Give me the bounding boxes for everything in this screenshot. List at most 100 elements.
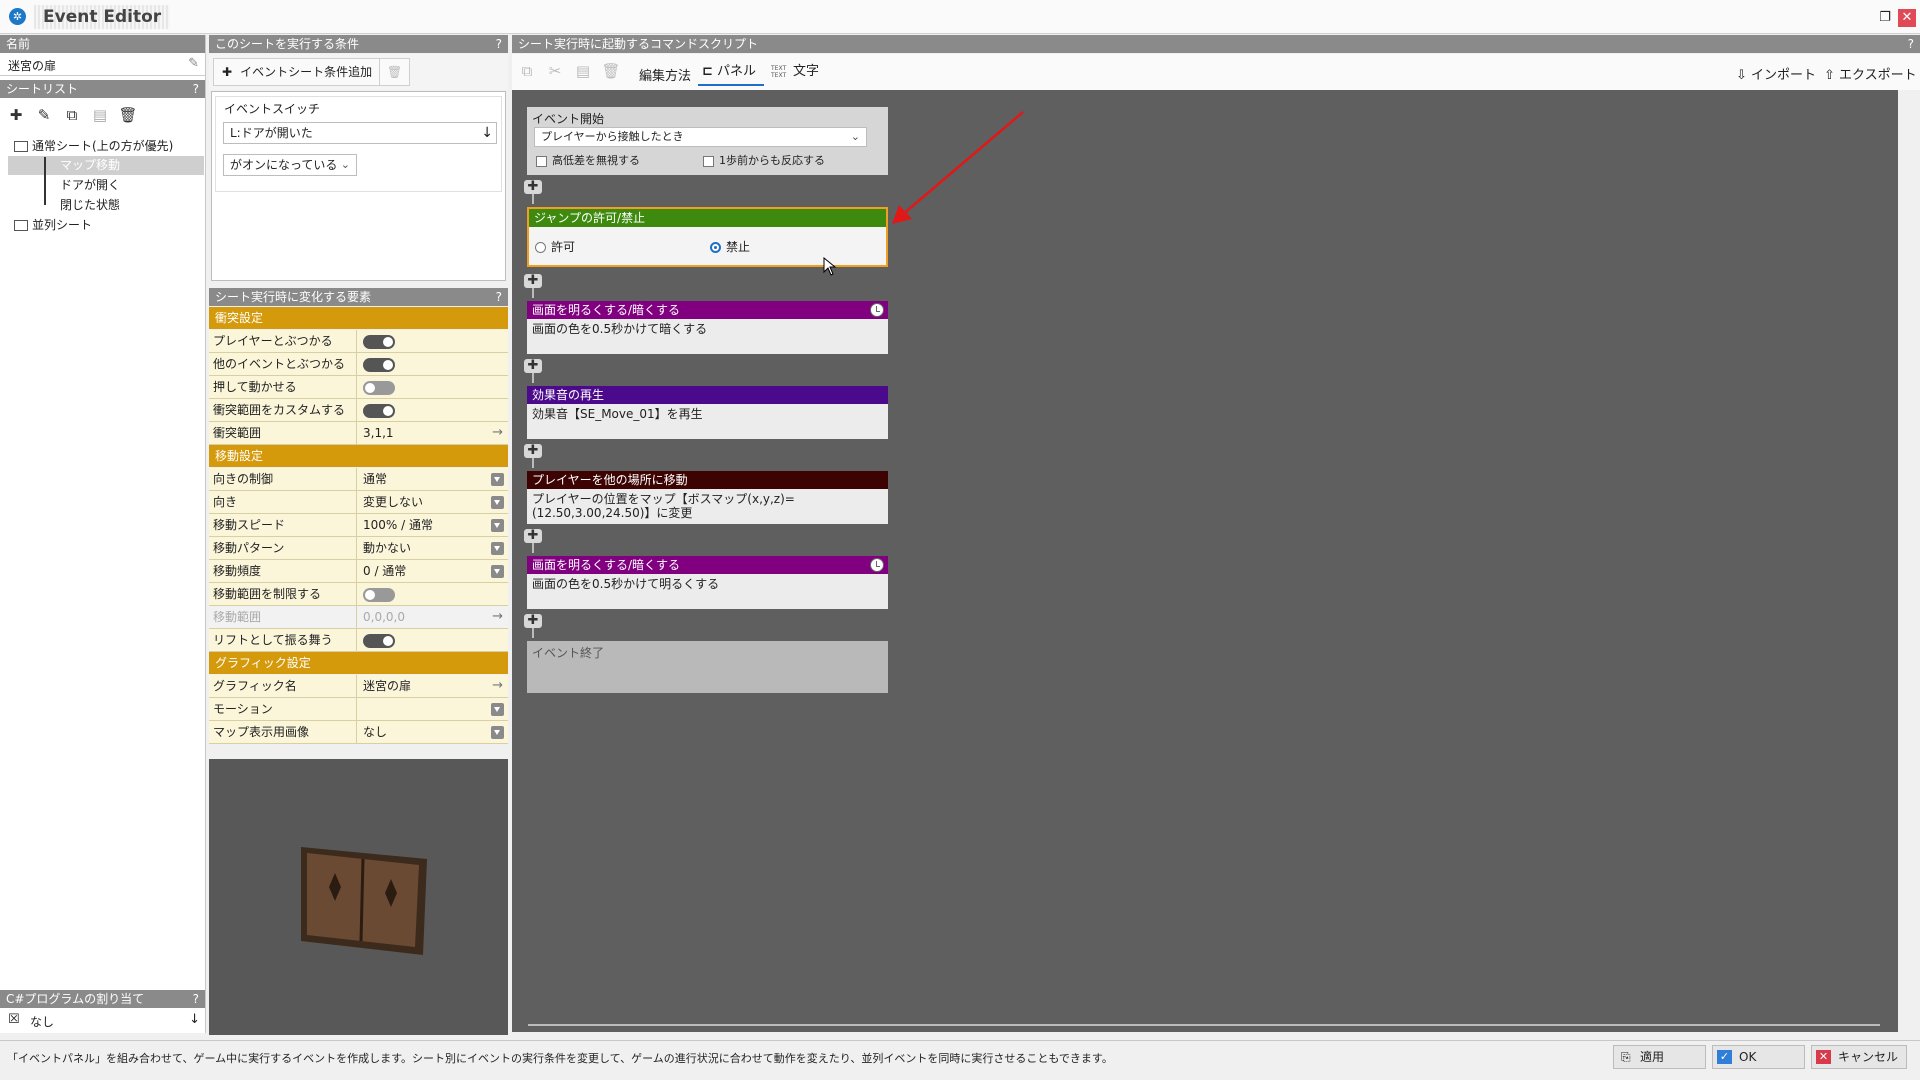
text-mode-icon: TEXT TEXT	[771, 65, 787, 79]
panel-body: 画面の色を0.5秒かけて暗くする	[532, 322, 708, 336]
delete-condition-button[interactable]: 🗑	[379, 58, 411, 86]
prop-row[interactable]: 向きの制御 通常	[209, 468, 508, 491]
apply-icon: ⎘	[1621, 1050, 1631, 1064]
switch-select[interactable]: L:ドアが開いた ↓	[223, 122, 497, 144]
chevron-down-icon: ⌄	[850, 130, 860, 143]
horizontal-scrollbar[interactable]	[528, 1024, 1880, 1026]
cut-icon[interactable]: ✂	[544, 60, 566, 82]
delete-icon[interactable]: 🗑	[117, 104, 139, 126]
restore-icon[interactable]: ❐	[1876, 9, 1894, 27]
mode-panel-tab[interactable]: ⊏ パネル	[698, 58, 764, 86]
sound-effect-panel[interactable]: 効果音の再生 効果音【SE_Move_01】を再生	[527, 386, 888, 439]
name-header: 名前	[0, 35, 205, 53]
prop-row: プレイヤーとぶつかる	[209, 330, 508, 353]
add-command-connector[interactable]: ✚	[524, 614, 542, 638]
dropdown-icon	[491, 473, 504, 486]
panel-title: 効果音の再生	[527, 386, 888, 404]
ignore-height-checkbox[interactable]: 高低差を無視する	[536, 152, 640, 168]
add-icon[interactable]: ✚	[5, 104, 27, 126]
down-arrow-icon[interactable]: ↓	[189, 1012, 200, 1027]
dropdown-icon	[491, 519, 504, 532]
delete-icon[interactable]: 🗑	[600, 60, 622, 82]
add-command-connector[interactable]: ✚	[524, 529, 542, 553]
prop-row: 衝突範囲をカスタムする	[209, 399, 508, 422]
tree-item-map-move[interactable]: マップ移動	[8, 156, 204, 175]
add-command-connector[interactable]: ✚	[524, 359, 542, 383]
prop-row[interactable]: 衝突範囲 3,1,1 →	[209, 422, 508, 445]
help-icon[interactable]: ?	[496, 288, 502, 306]
help-icon[interactable]: ?	[496, 35, 502, 53]
tree-item-door-opens[interactable]: ドアが開く	[60, 176, 120, 195]
event-start-title: イベント開始	[532, 112, 605, 126]
cancel-button[interactable]: ✕ キャンセル	[1811, 1045, 1907, 1069]
paste-icon[interactable]: ▤	[89, 104, 111, 126]
section-graphic: グラフィック設定	[209, 652, 508, 674]
status-message: 「イベントパネル」を組み合わせて、ゲーム中に実行するイベントを作成します。シート…	[7, 1052, 1113, 1065]
name-field[interactable]: 迷宮の扉 ✎	[0, 54, 205, 76]
apply-button[interactable]: ⎘ 適用	[1613, 1045, 1706, 1069]
toggle-switch[interactable]	[363, 358, 395, 372]
vertical-scrollbar[interactable]	[1898, 90, 1920, 1032]
trigger-select[interactable]: プレイヤーから接触したとき ⌄	[534, 127, 867, 147]
title-bar: ✲ Event Editor ❐ ✕	[0, 0, 1920, 34]
clear-icon[interactable]: ☒	[8, 1012, 20, 1027]
check-icon: ✓	[1717, 1050, 1732, 1064]
conditions-pane: このシートを実行する条件? ✚ イベントシート条件追加 🗑 イベントスイッチ L:…	[209, 35, 508, 283]
screen-fade-panel[interactable]: 画面を明るくする/暗くする 画面の色を0.5秒かけて明るくする	[527, 556, 888, 609]
tree-item-normal-sheets[interactable]: 通常シート(上の方が優先)	[14, 137, 173, 156]
add-command-connector[interactable]: ✚	[524, 444, 542, 468]
toggle-switch[interactable]	[363, 381, 395, 395]
copy-icon[interactable]: ⧉	[61, 104, 83, 126]
name-value: 迷宮の扉	[8, 59, 57, 73]
toggle-switch[interactable]	[363, 404, 395, 418]
mode-text-tab[interactable]: TEXT TEXT 文字	[771, 58, 831, 86]
copy-icon[interactable]: ⧉	[516, 60, 538, 82]
close-icon[interactable]: ✕	[1898, 9, 1916, 27]
add-condition-button[interactable]: ✚ イベントシート条件追加	[213, 58, 381, 86]
prop-row[interactable]: 向き 変更しない	[209, 491, 508, 514]
toggle-switch[interactable]	[363, 588, 395, 602]
deny-radio[interactable]: 禁止	[710, 238, 750, 255]
event-start-panel[interactable]: イベント開始 プレイヤーから接触したとき ⌄ 高低差を無視する 1歩前からも反応す…	[527, 107, 888, 175]
toggle-switch[interactable]	[363, 634, 395, 648]
ok-button[interactable]: ✓ OK	[1712, 1045, 1805, 1069]
import-button[interactable]: ⇩ インポート	[1736, 64, 1816, 83]
edit-icon[interactable]: ✎	[33, 104, 55, 126]
dropdown-icon	[491, 565, 504, 578]
prop-row[interactable]: モーション	[209, 698, 508, 721]
event-end-panel[interactable]: イベント終了	[527, 641, 888, 693]
plus-icon: ✚	[524, 359, 542, 373]
sheetlist-header: シートリスト?	[0, 80, 205, 98]
player-teleport-panel[interactable]: プレイヤーを他の場所に移動 プレイヤーの位置をマップ【ボスマップ(x,y,z)=…	[527, 471, 888, 524]
clock-icon	[870, 558, 884, 572]
prop-row[interactable]: 移動パターン 動かない	[209, 537, 508, 560]
tree-item-parallel-sheets[interactable]: 並列シート	[14, 216, 92, 235]
dropdown-icon	[491, 726, 504, 739]
event-switch-label: イベントスイッチ	[224, 102, 321, 116]
screen-fade-panel[interactable]: 画面を明るくする/暗くする 画面の色を0.5秒かけて暗くする	[527, 301, 888, 354]
prop-row[interactable]: 移動スピード 100% / 通常	[209, 514, 508, 537]
one-step-checkbox[interactable]: 1歩前からも反応する	[703, 152, 825, 168]
prop-row[interactable]: グラフィック名 迷宮の扉 →	[209, 675, 508, 698]
allow-radio[interactable]: 許可	[535, 238, 575, 255]
add-command-connector[interactable]: ✚	[524, 274, 542, 298]
arrow-right-icon: →	[492, 678, 503, 693]
add-command-connector[interactable]: ✚	[524, 180, 542, 204]
switch-state-select[interactable]: がオンになっている ⌄	[223, 154, 357, 176]
help-icon[interactable]: ?	[193, 990, 199, 1008]
import-icon: ⇩	[1736, 68, 1747, 83]
help-icon[interactable]: ?	[1908, 35, 1914, 53]
annotation-arrow	[892, 111, 1024, 224]
paste-icon[interactable]: ▤	[572, 60, 594, 82]
prop-row[interactable]: マップ表示用画像 なし	[209, 721, 508, 744]
toggle-switch[interactable]	[363, 335, 395, 349]
export-button[interactable]: ⇧ エクスポート	[1824, 64, 1917, 83]
tree-item-closed-state[interactable]: 閉じた状態	[60, 196, 120, 215]
panel-body: 効果音【SE_Move_01】を再生	[532, 407, 703, 421]
script-toolbar: ⧉ ✂ ▤ 🗑 編集方法 ⊏ パネル TEXT TEXT 文字 ⇩ インポート ⇧ …	[512, 54, 1920, 90]
help-icon[interactable]: ?	[193, 80, 199, 98]
plus-icon: ✚	[524, 180, 542, 194]
pencil-icon[interactable]: ✎	[188, 56, 199, 71]
prop-row[interactable]: 移動頻度 0 / 通常	[209, 560, 508, 583]
csharp-select[interactable]: ☒ なし ↓	[0, 1010, 205, 1032]
